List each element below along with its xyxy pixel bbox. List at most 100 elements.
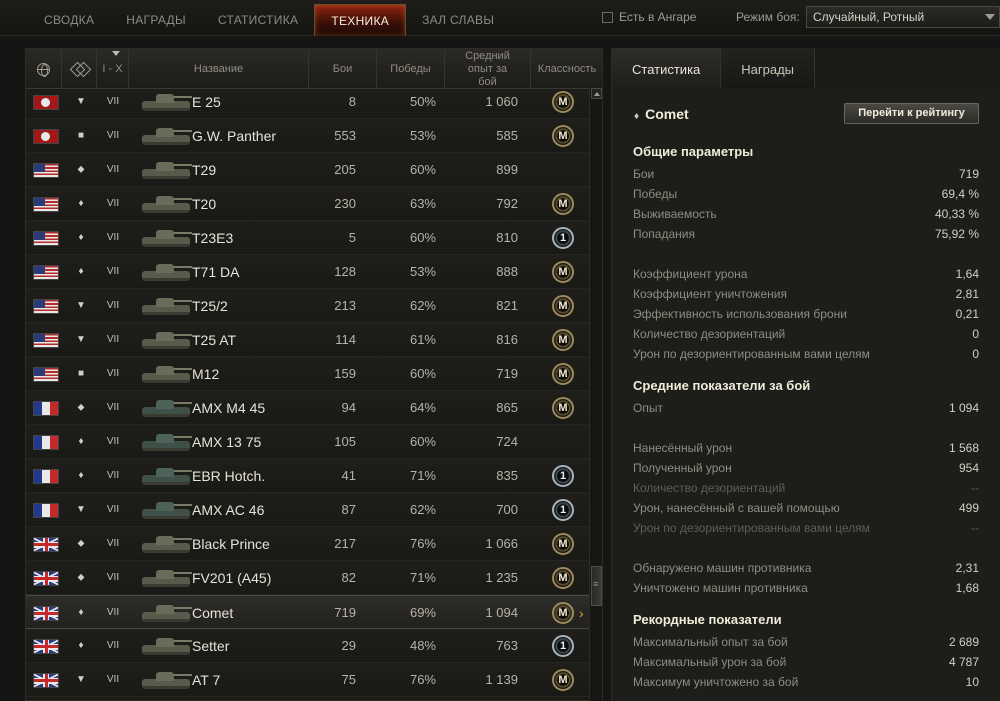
tab-stats[interactable]: Статистика — [612, 48, 722, 88]
nation-flag-icon — [33, 299, 59, 314]
tier-cell: VII — [106, 572, 120, 583]
sort-by-tier[interactable]: I - X — [97, 49, 129, 89]
nav-tabs: СВОДКА НАГРАДЫ СТАТИСТИКА ТЕХНИКА ЗАЛ СЛ… — [28, 4, 510, 36]
stat-row: Урон по дезориентированным вами целям 0 — [633, 344, 979, 364]
stat-value: 10 — [965, 675, 979, 689]
tab-summary[interactable]: СВОДКА — [28, 4, 110, 36]
tank-icon — [138, 193, 192, 217]
stat-label: Количество дезориентаций — [633, 327, 786, 341]
stat-row: Урон, нанесённый с вашей помощью 499 — [633, 498, 979, 518]
tank-icon — [138, 602, 192, 626]
stat-row: Максимум уничтожено за бой 10 — [633, 672, 979, 692]
avg-xp-cell: 585 — [496, 128, 518, 143]
vehicle-type-icon: ⬥ — [77, 572, 85, 583]
table-row[interactable]: ■ VII G.W. Panther 553 53% 585 M — [26, 119, 594, 153]
in-hangar-label: Есть в Ангаре — [619, 10, 697, 24]
table-row[interactable]: ▼ VII T25/2 213 62% 821 M — [26, 289, 594, 323]
table-row[interactable]: ▼ VII AT 7 75 76% 1 139 M — [26, 663, 594, 697]
vehicle-table: I - X Название Бои Победы Средний опыт з… — [25, 48, 603, 701]
table-row[interactable]: ♦ VII Setter 29 48% 763 1 — [26, 629, 594, 663]
battle-mode-select[interactable]: Случайный, Ротный — [806, 6, 1000, 28]
stat-label: Обнаружено машин противника — [633, 561, 812, 575]
nation-cell — [31, 153, 61, 187]
stat-label: Полученный урон — [633, 461, 732, 475]
wins-cell: 61% — [409, 332, 436, 347]
vehicle-list: ▼ VII E 25 8 50% 1 060 M ■ VII G.W. Panther 553 53%… — [26, 90, 594, 701]
stat-label: Эффективность использования брони — [633, 307, 847, 321]
sort-by-nation[interactable] — [26, 49, 62, 89]
table-row[interactable]: ♦ VII EBR Hotch. 41 71% 835 1 — [26, 459, 594, 493]
tier-cell: VII — [106, 368, 120, 379]
stat-row: Коэффициент уничтожения 2,81 — [633, 284, 979, 304]
stat-value: 2,81 — [955, 287, 979, 301]
tier-cell: VII — [106, 164, 120, 175]
sort-by-name[interactable]: Название — [129, 49, 309, 89]
vehicle-type-icon: ♦ — [78, 266, 84, 277]
vehicle-list-scrollbar[interactable] — [589, 88, 602, 701]
avg-xp-cell: 1 066 — [485, 536, 518, 551]
sort-by-class[interactable]: Классность — [531, 49, 603, 89]
vehicle-type-icon: ♦ — [78, 607, 84, 618]
stat-value: 719 — [958, 167, 979, 181]
vehicle-name: Setter — [192, 638, 230, 654]
vehicle-name: AMX 13 75 — [192, 434, 262, 450]
wins-cell: 60% — [409, 434, 436, 449]
tab-hall-of-fame[interactable]: ЗАЛ СЛАВЫ — [406, 4, 510, 36]
stat-row: Полученный урон 954 — [633, 458, 979, 478]
table-row[interactable]: ▼ VII E 25 8 50% 1 060 M — [26, 90, 594, 119]
table-row[interactable]: ■ VII M12 159 60% 719 M — [26, 357, 594, 391]
avg-xp-cell: 899 — [496, 162, 518, 177]
scroll-up-button[interactable] — [591, 88, 602, 99]
table-row[interactable]: ♦ VII AMX 13 75 105 60% 724 — [26, 425, 594, 459]
stat-value: 40,33 % — [934, 207, 979, 221]
stat-label: Количество дезориентаций — [633, 481, 786, 495]
header-name: Название — [193, 62, 244, 75]
sort-by-wins[interactable]: Победы — [377, 49, 445, 89]
battles-cell: 213 — [334, 298, 356, 313]
nation-cell — [31, 90, 61, 119]
battles-cell: 128 — [334, 264, 356, 279]
stat-label: Максимальный урон за бой — [633, 655, 787, 669]
in-hangar-filter[interactable]: Есть в Ангаре — [602, 10, 696, 24]
stat-row: Попадания 75,92 % — [633, 224, 979, 244]
tier-cell: VII — [106, 300, 120, 311]
vehicle-type-icon: ■ — [77, 368, 85, 379]
tank-icon — [138, 363, 192, 387]
stat-value: 0 — [972, 327, 979, 341]
nation-cell — [31, 221, 61, 255]
class-cell: M — [538, 255, 582, 289]
class-cell: M — [538, 289, 582, 323]
table-row[interactable]: ♦ VII Comet 719 69% 1 094 M › — [26, 595, 594, 629]
battles-cell: 230 — [334, 196, 356, 211]
table-row[interactable]: ⬥ VII FV201 (A45) 82 71% 1 235 M — [26, 561, 594, 595]
tab-statistics[interactable]: СТАТИСТИКА — [202, 4, 314, 36]
class-cell: 1 — [538, 493, 582, 527]
sort-by-type[interactable] — [62, 49, 97, 89]
table-row[interactable]: ⬥ VII Black Prince 217 76% 1 066 M — [26, 527, 594, 561]
scroll-thumb[interactable] — [591, 566, 602, 606]
sort-by-avg-xp[interactable]: Средний опыт за бой — [445, 49, 531, 89]
table-row[interactable]: ▼ VII T25 AT 114 61% 816 M — [26, 323, 594, 357]
class-cell: M — [538, 391, 582, 425]
vehicle-name: Black Prince — [192, 536, 270, 552]
avg-xp-cell: 700 — [496, 502, 518, 517]
sort-by-battles[interactable]: Бои — [309, 49, 377, 89]
tier-cell: VII — [106, 470, 120, 481]
tier-cell: VII — [106, 130, 120, 141]
in-hangar-checkbox[interactable] — [602, 11, 613, 23]
table-row[interactable]: ⬥ VII AMX M4 45 94 64% 865 M — [26, 391, 594, 425]
nation-flag-icon — [33, 129, 59, 144]
class-cell — [538, 425, 582, 459]
table-row[interactable]: ♦ VII T71 DA 128 53% 888 M — [26, 255, 594, 289]
table-row[interactable]: ♦ VII T20 230 63% 792 M — [26, 187, 594, 221]
go-to-rating-button[interactable]: Перейти к рейтингу — [844, 103, 979, 124]
table-row[interactable]: ♦ VII T23E3 5 60% 810 1 — [26, 221, 594, 255]
tab-vehicles[interactable]: ТЕХНИКА — [314, 4, 407, 36]
tab-vehicle-awards[interactable]: Награды — [721, 48, 816, 88]
tab-awards[interactable]: НАГРАДЫ — [110, 4, 202, 36]
table-row[interactable]: ▼ VII AMX AC 46 87 62% 700 1 — [26, 493, 594, 527]
nation-flag-icon — [33, 367, 59, 382]
vehicle-name: T25 AT — [192, 332, 237, 348]
nation-flag-icon — [33, 95, 59, 110]
table-row[interactable]: ⬥ VII T29 205 60% 899 — [26, 153, 594, 187]
